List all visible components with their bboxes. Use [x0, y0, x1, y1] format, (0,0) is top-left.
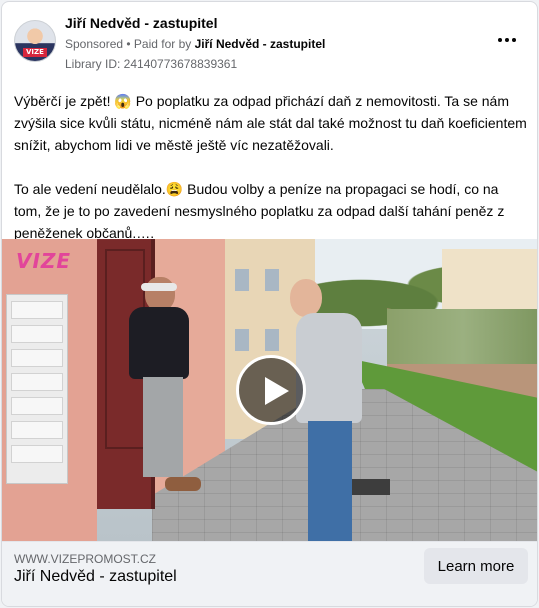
- link-domain[interactable]: WWW.VIZEPROMOST.CZ: [14, 552, 156, 566]
- post-paragraph-1: Výběrčí je zpět! 😱 Po poplatku za odpad …: [14, 93, 527, 153]
- video-thumbnail[interactable]: VIZE: [2, 239, 537, 541]
- hedge: [387, 309, 537, 364]
- vize-logo: VIZE: [16, 249, 72, 273]
- wall-left: [2, 239, 97, 541]
- link-card[interactable]: WWW.VIZEPROMOST.CZ Jiří Nedvěd - zastupi…: [2, 541, 537, 606]
- post-paragraph-2: To ale vedení neudělalo.😩 Budou volby a …: [14, 181, 505, 241]
- learn-more-button[interactable]: Learn more: [424, 548, 528, 584]
- avatar-badge: VIZE: [23, 48, 47, 57]
- more-dot: [512, 38, 516, 42]
- person-leaning: [117, 277, 207, 517]
- play-icon[interactable]: [236, 355, 306, 425]
- window: [235, 329, 249, 351]
- library-id: Library ID: 24140773678839361: [65, 57, 238, 71]
- more-options-button[interactable]: [495, 30, 519, 50]
- ad-card: VIZE Jiří Nedvěd - zastupitel Sponsored …: [1, 1, 538, 607]
- window: [265, 329, 279, 351]
- mailboxes: [6, 294, 68, 484]
- link-headline[interactable]: Jiří Nedvěd - zastupitel: [14, 568, 177, 586]
- sponsored-meta: Sponsored • Paid for by Jiří Nedvěd - za…: [65, 37, 325, 51]
- paid-for-prefix: • Paid for by: [123, 37, 195, 51]
- window: [265, 269, 279, 291]
- window: [235, 269, 249, 291]
- advertiser-name[interactable]: Jiří Nedvěd - zastupitel: [65, 15, 217, 31]
- more-horizontal-icon: [498, 38, 502, 42]
- paid-for-name: Jiří Nedvěd - zastupitel: [194, 37, 326, 51]
- advertiser-avatar[interactable]: VIZE: [14, 20, 56, 62]
- house-background: [442, 249, 537, 309]
- ad-header: VIZE Jiří Nedvěd - zastupitel Sponsored …: [2, 2, 537, 82]
- sponsored-label: Sponsored: [65, 37, 124, 51]
- more-dot: [505, 38, 509, 42]
